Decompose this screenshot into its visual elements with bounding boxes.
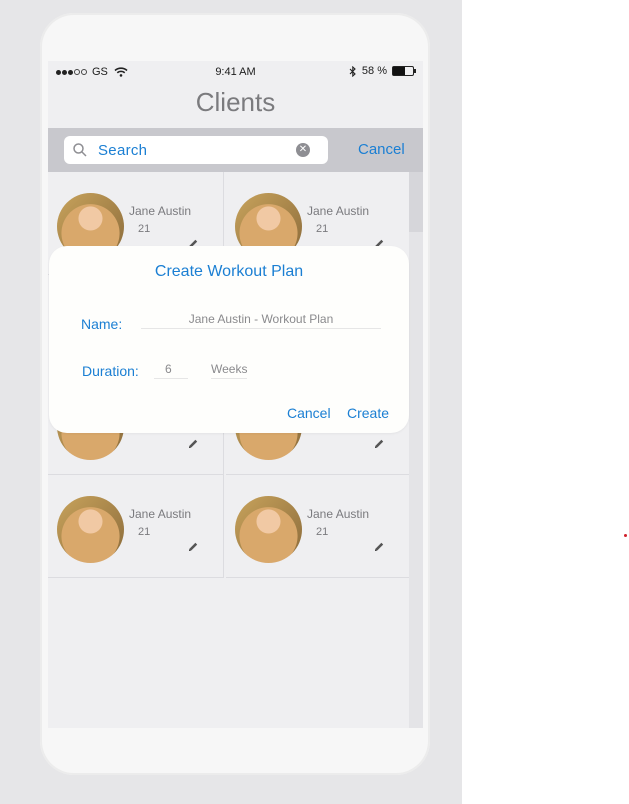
client-card[interactable]: Jane Austin 21 [226,475,410,578]
client-age: 21 [138,526,151,538]
search-input[interactable]: Search [98,142,147,159]
create-workout-dialog: Create Workout Plan Name: Jane Austin - … [49,246,409,433]
dialog-title: Create Workout Plan [154,263,304,280]
search-bar: Search ✕ Cancel [48,128,423,172]
search-cancel-button[interactable]: Cancel [358,141,405,158]
duration-label: Duration: [82,363,139,379]
scrollbar-thumb[interactable] [409,172,423,232]
client-name: Jane Austin [307,204,370,218]
edit-pencil-icon[interactable] [373,541,385,553]
client-name: Jane Austin [307,507,370,521]
status-bar: GS 9:41 AM 58 % [48,61,423,83]
battery-icon [392,66,416,76]
bluetooth-icon [349,65,356,77]
clear-icon[interactable]: ✕ [296,143,310,157]
edit-pencil-icon[interactable] [187,438,199,450]
search-field[interactable]: Search ✕ [64,136,328,164]
client-age: 21 [316,223,329,235]
client-card[interactable]: Jane Austin 21 [48,475,224,578]
plan-name-field[interactable]: Jane Austin - Workout Plan [141,312,381,329]
search-icon [73,143,87,157]
client-age: 21 [316,526,329,538]
client-age: 21 [138,223,151,235]
avatar [235,496,302,563]
client-name: Jane Austin [129,507,192,521]
status-right: 58 % [349,65,416,77]
duration-field[interactable]: 6 [154,362,188,379]
page-title: Clients [195,87,276,117]
create-button[interactable]: Create [347,405,389,421]
scrollbar[interactable] [409,172,423,728]
avatar [57,496,124,563]
duration-unit: Weeks [211,362,247,379]
battery-percent: 58 % [361,65,387,77]
marker-dot [624,534,627,537]
edit-pencil-icon[interactable] [187,541,199,553]
edit-pencil-icon[interactable] [373,438,385,450]
dialog-cancel-button[interactable]: Cancel [287,405,331,421]
battery-fill [393,67,405,75]
name-label: Name: [81,316,123,332]
client-name: Jane Austin [129,204,192,218]
